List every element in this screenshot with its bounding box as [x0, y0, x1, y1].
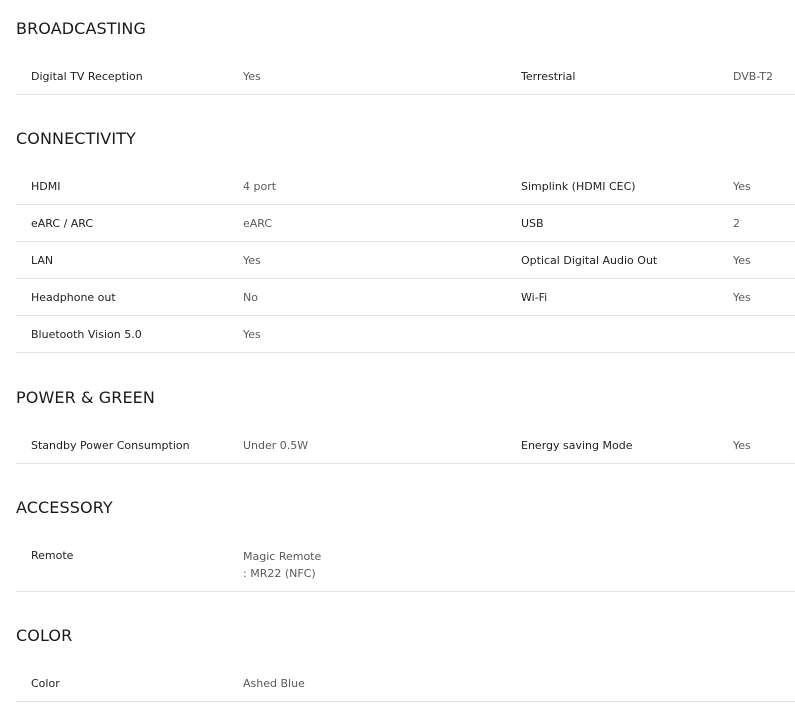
spec-label: LAN [31, 254, 54, 267]
spec-row: LAN Yes Optical Digital Audio Out Yes [16, 242, 795, 279]
spec-value: eARC [243, 217, 273, 230]
section-power-green: POWER & GREEN Standby Power Consumption … [16, 387, 795, 464]
spec-row: eARC / ARC eARC USB 2 [16, 205, 795, 242]
spec-label: Simplink (HDMI CEC) [521, 180, 636, 193]
section-title: BROADCASTING [16, 19, 147, 38]
spec-label: HDMI [31, 180, 61, 193]
spec-value-line: : MR22 (NFC) [243, 567, 316, 580]
spec-row: Headphone out No Wi-Fi Yes [16, 279, 795, 316]
section-accessory: ACCESSORY Remote Magic Remote : MR22 (NF… [16, 497, 795, 592]
spec-value: Yes [243, 70, 261, 83]
spec-value: Yes [733, 439, 751, 452]
spec-label: Optical Digital Audio Out [521, 254, 658, 267]
section-title: POWER & GREEN [16, 388, 155, 407]
spec-row: Standby Power Consumption Under 0.5W Ene… [16, 427, 795, 464]
spec-label: Color [31, 677, 60, 690]
spec-value: Yes [733, 254, 751, 267]
spec-label: eARC / ARC [31, 217, 94, 230]
spec-value-line: Magic Remote [243, 550, 322, 563]
spec-row: Digital TV Reception Yes Terrestrial DVB… [16, 58, 795, 95]
section-broadcasting: BROADCASTING Digital TV Reception Yes Te… [16, 18, 795, 95]
spec-value: Yes [733, 291, 751, 304]
spec-label: USB [521, 217, 544, 230]
spec-row: HDMI 4 port Simplink (HDMI CEC) Yes [16, 168, 795, 205]
spec-value: DVB-T2 [733, 70, 774, 83]
spec-label: Remote [31, 549, 74, 562]
spec-label: Wi-Fi [521, 291, 548, 304]
spec-value: Magic Remote : MR22 (NFC) [243, 549, 321, 582]
spec-label: Standby Power Consumption [31, 439, 190, 452]
spec-label: Digital TV Reception [31, 70, 143, 83]
spec-row: Bluetooth Vision 5.0 Yes [16, 316, 795, 353]
spec-value: Yes [733, 180, 751, 193]
spec-value: Under 0.5W [243, 439, 309, 452]
spec-value: Yes [243, 328, 261, 341]
section-title: COLOR [16, 626, 73, 645]
spec-value: 4 port [243, 180, 277, 193]
section-title: ACCESSORY [16, 498, 113, 517]
spec-value: 2 [733, 217, 740, 230]
section-title: CONNECTIVITY [16, 129, 136, 148]
spec-row: Remote Magic Remote : MR22 (NFC) [16, 537, 795, 592]
spec-label: Bluetooth Vision 5.0 [31, 328, 142, 341]
spec-value: Yes [243, 254, 261, 267]
section-connectivity: CONNECTIVITY HDMI 4 port Simplink (HDMI … [16, 128, 795, 353]
spec-value: Ashed Blue [243, 677, 305, 690]
section-color: COLOR Color Ashed Blue [16, 625, 795, 702]
spec-row: Color Ashed Blue [16, 665, 795, 702]
spec-value: No [243, 291, 258, 304]
spec-label: Energy saving Mode [521, 439, 633, 452]
spec-label: Terrestrial [521, 70, 576, 83]
spec-label: Headphone out [31, 291, 116, 304]
